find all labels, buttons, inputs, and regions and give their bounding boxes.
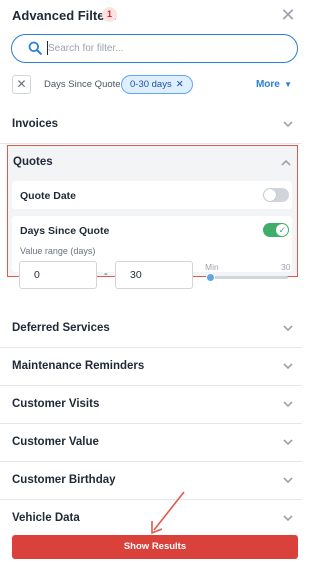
- section-customer-visits[interactable]: Customer Visits: [0, 386, 302, 424]
- max-days-input[interactable]: 30: [115, 261, 193, 289]
- chevron-down-icon: ▼: [281, 80, 292, 89]
- check-icon: ✓: [278, 225, 286, 235]
- chip-remove-icon[interactable]: ✕: [176, 79, 184, 90]
- annotation-arrow-icon: [151, 491, 185, 535]
- chevron-down-icon: [283, 477, 293, 484]
- section-label: Quotes: [13, 156, 53, 168]
- active-filters-bar: ✕ Days Since Quote: 0-30 days ✕ More ▼: [0, 72, 302, 98]
- section-label: Vehicle Data: [12, 512, 80, 524]
- chevron-down-icon: [283, 401, 293, 408]
- section-deferred-services[interactable]: Deferred Services: [0, 310, 302, 348]
- range-separator: -: [104, 268, 108, 280]
- slider-min-label: Min: [205, 262, 219, 272]
- value-range-label: Value range (days): [20, 246, 96, 256]
- chevron-down-icon: [283, 515, 293, 522]
- clear-filters-button[interactable]: ✕: [12, 75, 31, 94]
- filter-label: Quote Date: [20, 190, 77, 202]
- show-results-button[interactable]: Show Results: [12, 535, 298, 559]
- section-quotes-expanded: Quotes Quote Date Days Since Quote ✓ Val…: [7, 145, 298, 277]
- page-title: Advanced Filters: [12, 8, 117, 23]
- filter-search-input[interactable]: Search for filter...: [11, 34, 298, 63]
- section-label: Invoices: [12, 118, 59, 130]
- chevron-up-icon: [281, 159, 291, 166]
- days-since-quote-toggle[interactable]: ✓: [263, 223, 289, 237]
- chevron-down-icon: [283, 325, 293, 332]
- filters-header: Advanced Filters 1 ✕: [0, 0, 302, 30]
- active-filter-label: Days Since Quote:: [44, 79, 124, 90]
- slider-handle[interactable]: [206, 273, 215, 282]
- filter-label: Days Since Quote: [20, 225, 110, 237]
- close-icon[interactable]: ✕: [278, 5, 298, 25]
- section-label: Customer Value: [12, 436, 99, 448]
- active-filter-count-badge: 1: [102, 7, 117, 22]
- section-label: Customer Birthday: [12, 474, 116, 486]
- search-placeholder: Search for filter...: [48, 43, 124, 54]
- section-customer-value[interactable]: Customer Value: [0, 424, 302, 462]
- chevron-down-icon: [283, 439, 293, 446]
- filter-quote-date: Quote Date: [12, 181, 292, 209]
- days-range-slider[interactable]: [209, 276, 288, 279]
- active-filter-chip[interactable]: 0-30 days ✕: [121, 75, 193, 94]
- search-icon: [28, 41, 42, 55]
- chevron-down-icon: [283, 121, 293, 128]
- section-maintenance-reminders[interactable]: Maintenance Reminders: [0, 348, 302, 386]
- more-filters-link[interactable]: More ▼: [256, 79, 292, 90]
- section-quotes[interactable]: Quotes: [8, 146, 296, 180]
- section-label: Customer Visits: [12, 398, 100, 410]
- chevron-down-icon: [283, 363, 293, 370]
- section-label: Deferred Services: [12, 322, 110, 334]
- quote-date-toggle[interactable]: [263, 188, 289, 202]
- slider-max-label: 30: [281, 262, 291, 272]
- toggle-knob: [264, 189, 276, 201]
- section-invoices[interactable]: Invoices: [0, 106, 302, 144]
- section-label: Maintenance Reminders: [12, 360, 145, 372]
- min-days-input[interactable]: 0: [19, 261, 97, 289]
